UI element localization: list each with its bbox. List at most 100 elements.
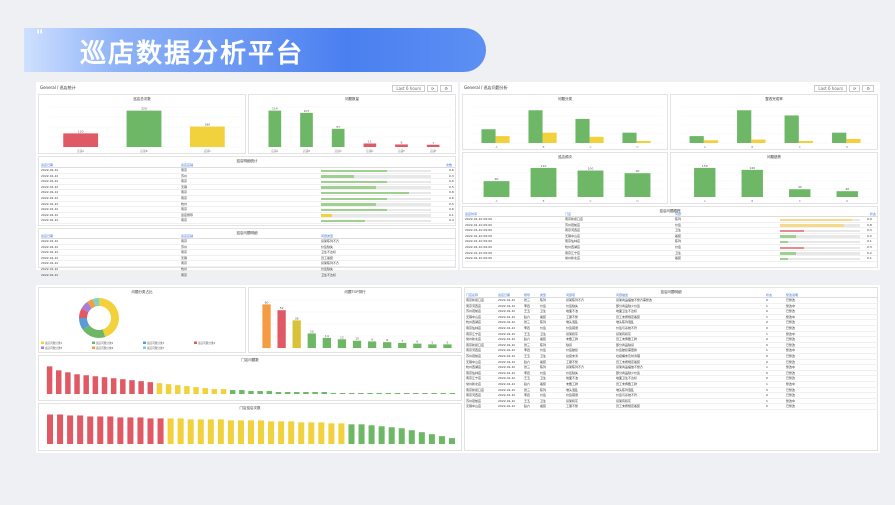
bar[interactable] xyxy=(277,310,286,348)
bar[interactable] xyxy=(530,167,557,197)
bar[interactable] xyxy=(312,392,318,394)
bar[interactable] xyxy=(268,421,275,444)
bar[interactable] xyxy=(239,390,245,394)
bar[interactable] xyxy=(481,129,496,143)
bar[interactable] xyxy=(339,393,346,394)
bar[interactable] xyxy=(257,391,263,394)
bar[interactable] xyxy=(751,139,766,143)
bar[interactable] xyxy=(187,419,194,444)
bar[interactable] xyxy=(448,438,455,444)
bar[interactable] xyxy=(129,380,135,394)
bar[interactable] xyxy=(338,423,345,444)
bar[interactable] xyxy=(126,110,162,147)
bar[interactable] xyxy=(428,344,437,348)
bar[interactable] xyxy=(288,421,295,444)
bar[interactable] xyxy=(378,426,385,444)
bar[interactable] xyxy=(443,344,452,348)
bar[interactable] xyxy=(63,133,99,147)
refresh-button[interactable]: ⟳ xyxy=(427,85,439,92)
bar[interactable] xyxy=(101,377,108,394)
refresh-button[interactable]: ⟳ xyxy=(849,85,861,92)
bar[interactable] xyxy=(46,366,53,394)
bar[interactable] xyxy=(275,392,282,394)
bar[interactable] xyxy=(137,417,144,444)
bar[interactable] xyxy=(156,383,163,394)
bar[interactable] xyxy=(331,128,345,147)
bar[interactable] xyxy=(120,379,126,394)
bar[interactable] xyxy=(47,414,54,444)
bar[interactable] xyxy=(284,392,291,394)
bar[interactable] xyxy=(65,372,71,394)
bar[interactable] xyxy=(348,393,355,394)
bar[interactable] xyxy=(262,304,271,348)
bar[interactable] xyxy=(97,416,104,444)
bar[interactable] xyxy=(703,140,719,143)
bar[interactable] xyxy=(248,391,254,394)
bar[interactable] xyxy=(189,126,225,147)
bar[interactable] xyxy=(798,140,814,143)
bar[interactable] xyxy=(318,422,325,444)
bar[interactable] xyxy=(175,385,181,394)
bar[interactable] xyxy=(67,415,74,444)
bar[interactable] xyxy=(438,436,445,444)
bar[interactable] xyxy=(737,110,752,143)
time-range-button[interactable]: Last 6 hours xyxy=(392,85,426,92)
bar[interactable] xyxy=(836,191,858,197)
bar[interactable] xyxy=(157,418,164,444)
bar[interactable] xyxy=(440,393,447,394)
bar[interactable] xyxy=(308,422,315,444)
bar[interactable] xyxy=(55,370,62,394)
bar[interactable] xyxy=(292,320,301,348)
bar[interactable] xyxy=(330,393,337,394)
bar[interactable] xyxy=(385,393,392,394)
bar[interactable] xyxy=(363,143,377,147)
bar[interactable] xyxy=(383,342,392,348)
table-row[interactable]: 2022-01-10 09:00 常州新北店 着装 0.1 xyxy=(465,256,877,262)
bar[interactable] xyxy=(147,382,154,394)
bar[interactable] xyxy=(388,427,395,444)
bar[interactable] xyxy=(542,132,557,143)
bar[interactable] xyxy=(197,419,204,444)
bar[interactable] xyxy=(337,339,347,348)
bar[interactable] xyxy=(217,419,224,444)
bar[interactable] xyxy=(789,189,811,197)
bar[interactable] xyxy=(237,420,244,444)
bar[interactable] xyxy=(303,392,309,394)
bar[interactable] xyxy=(110,378,117,394)
bar[interactable] xyxy=(307,333,316,348)
bar[interactable] xyxy=(229,390,236,394)
bar[interactable] xyxy=(408,430,415,444)
bar[interactable] xyxy=(352,340,362,348)
bar[interactable] xyxy=(177,418,184,444)
bar[interactable] xyxy=(247,420,255,444)
bar[interactable] xyxy=(300,112,313,147)
bar[interactable] xyxy=(138,381,144,394)
bar[interactable] xyxy=(193,387,199,394)
bar[interactable] xyxy=(202,388,208,394)
bar[interactable] xyxy=(413,393,419,394)
bar[interactable] xyxy=(413,343,422,348)
bar[interactable] xyxy=(431,393,437,394)
bar[interactable] xyxy=(107,416,114,444)
table-row[interactable]: 2022-01-10 南京 0.4 xyxy=(41,218,455,224)
settings-button[interactable]: ⚙ xyxy=(440,85,452,92)
bar[interactable] xyxy=(207,419,214,444)
bar[interactable] xyxy=(689,136,704,143)
bar[interactable] xyxy=(376,393,382,394)
bar[interactable] xyxy=(741,169,763,197)
bar[interactable] xyxy=(358,393,364,394)
bar[interactable] xyxy=(268,110,282,147)
bar[interactable] xyxy=(575,118,590,143)
bar[interactable] xyxy=(87,416,94,444)
bar[interactable] xyxy=(589,136,604,143)
table-row[interactable]: 无锡中山店 2022-01-10 赵六 着装 工服不整 员工未按规定着装 0 已整改 xyxy=(466,404,878,410)
bar[interactable] xyxy=(398,342,407,348)
bar[interactable] xyxy=(147,418,154,444)
bar[interactable] xyxy=(358,424,365,444)
bar[interactable] xyxy=(622,132,637,143)
bar[interactable] xyxy=(294,392,300,394)
bar[interactable] xyxy=(220,389,227,394)
bar[interactable] xyxy=(483,181,510,197)
bar[interactable] xyxy=(184,386,190,394)
bar[interactable] xyxy=(368,425,375,444)
